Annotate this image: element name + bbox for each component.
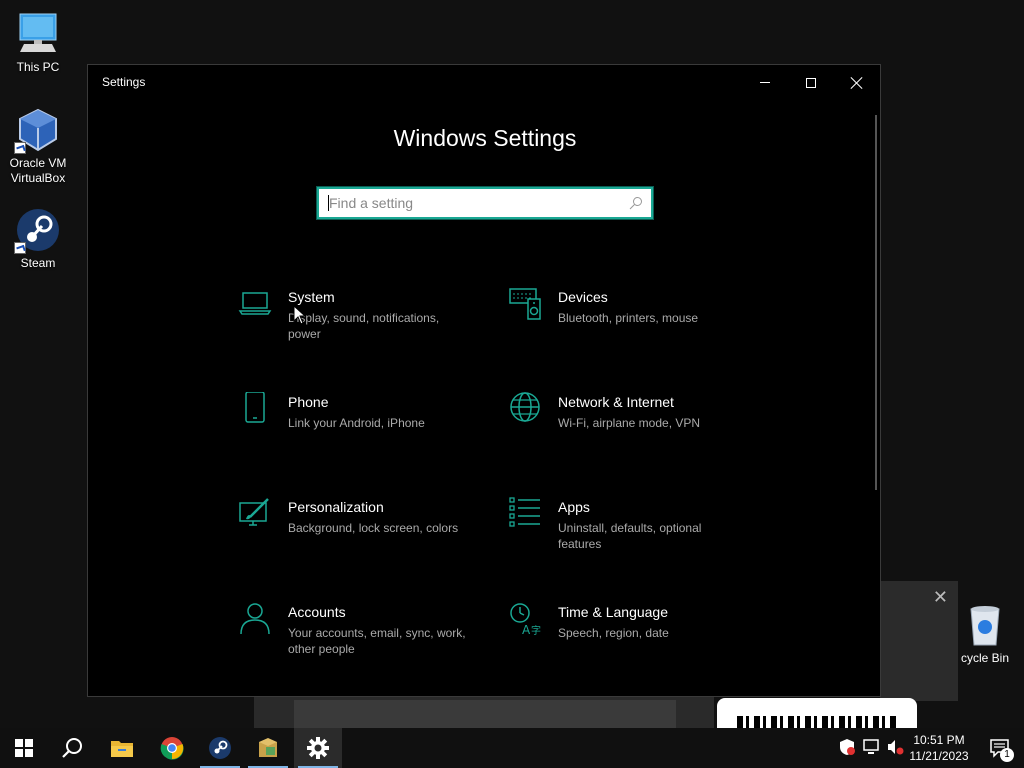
category-title: Time & Language bbox=[558, 604, 668, 620]
desktop-icon-virtualbox[interactable]: Oracle VM VirtualBox bbox=[0, 106, 76, 186]
scrollbar[interactable] bbox=[875, 115, 877, 490]
svg-text:A: A bbox=[522, 623, 531, 636]
minimize-icon bbox=[760, 82, 770, 83]
paint-brush-icon bbox=[239, 498, 269, 526]
category-title: System bbox=[288, 289, 335, 305]
action-center-button[interactable]: 1 bbox=[976, 728, 1024, 768]
taskbar-steam[interactable] bbox=[196, 728, 244, 768]
settings-window: Settings Windows Settings System Display… bbox=[87, 64, 881, 697]
windows-logo-icon bbox=[15, 739, 33, 757]
folder-icon bbox=[111, 741, 133, 757]
category-title: Network & Internet bbox=[558, 394, 674, 410]
list-icon bbox=[509, 497, 540, 527]
taskbar-app[interactable] bbox=[244, 728, 292, 768]
category-accounts[interactable]: Accounts Your accounts, email, sync, wor… bbox=[238, 602, 478, 682]
category-title: Personalization bbox=[288, 499, 384, 515]
minimize-button[interactable] bbox=[742, 65, 788, 100]
search-input[interactable] bbox=[319, 189, 619, 217]
clock-date: 11/21/2023 bbox=[909, 749, 969, 763]
category-description: Your accounts, email, sync, work, other … bbox=[288, 626, 466, 656]
taskbar-search-button[interactable] bbox=[48, 728, 96, 768]
recycle-bin-icon bbox=[965, 603, 1005, 647]
network-icon[interactable] bbox=[862, 738, 884, 758]
category-apps[interactable]: Apps Uninstall, defaults, optional featu… bbox=[508, 497, 748, 577]
system-tray bbox=[838, 728, 906, 768]
desktop-icon-label: Oracle VM VirtualBox bbox=[9, 156, 67, 185]
desktop-icon-this-pc[interactable]: This PC bbox=[0, 10, 76, 75]
desktop-icon-label: Steam bbox=[20, 256, 56, 270]
category-phone[interactable]: Phone Link your Android, iPhone bbox=[238, 392, 478, 472]
clock-language-icon: A 字 bbox=[510, 603, 541, 636]
monitor-icon bbox=[14, 10, 62, 58]
category-time-language[interactable]: A 字 Time & Language Speech, region, date bbox=[508, 602, 748, 682]
category-description: Background, lock screen, colors bbox=[288, 521, 459, 535]
category-network[interactable]: Network & Internet Wi-Fi, airplane mode,… bbox=[508, 392, 748, 472]
maximize-icon bbox=[806, 77, 816, 88]
clock[interactable]: 10:51 PM 11/21/2023 bbox=[906, 732, 972, 764]
category-description: Uninstall, defaults, optional features bbox=[558, 521, 702, 551]
laptop-icon bbox=[238, 292, 272, 315]
taskbar-chrome[interactable] bbox=[148, 728, 196, 768]
desktop-icon-recycle-bin[interactable]: cycle Bin bbox=[955, 603, 1015, 665]
security-shield-icon[interactable] bbox=[838, 738, 858, 758]
gear-icon bbox=[307, 737, 329, 759]
volume-muted-icon[interactable] bbox=[886, 738, 906, 758]
package-icon bbox=[259, 738, 277, 757]
mouse-cursor-icon bbox=[293, 305, 307, 325]
taskbar: 10:51 PM 11/21/2023 1 bbox=[0, 728, 1024, 768]
virtualbox-icon bbox=[14, 106, 62, 154]
category-title: Accounts bbox=[288, 604, 346, 620]
window-title: Settings bbox=[102, 75, 146, 89]
category-description: Display, sound, notifications, power bbox=[288, 311, 440, 341]
category-devices[interactable]: Devices Bluetooth, printers, mouse bbox=[508, 287, 748, 367]
desktop-icon-label: cycle Bin bbox=[960, 651, 1010, 665]
notification-count-badge: 1 bbox=[1000, 748, 1014, 762]
steam-icon bbox=[14, 206, 62, 254]
start-button[interactable] bbox=[0, 728, 48, 768]
taskbar-file-explorer[interactable] bbox=[98, 728, 146, 768]
close-icon bbox=[851, 77, 863, 89]
chrome-icon bbox=[160, 737, 184, 760]
search-icon[interactable] bbox=[629, 196, 643, 210]
close-button[interactable] bbox=[834, 65, 880, 100]
maximize-button[interactable] bbox=[788, 65, 834, 100]
category-system[interactable]: System Display, sound, notifications, po… bbox=[238, 287, 478, 367]
category-title: Devices bbox=[558, 289, 608, 305]
clock-time: 10:51 PM bbox=[913, 733, 965, 747]
person-icon bbox=[240, 603, 270, 635]
qr-code-card bbox=[717, 698, 917, 728]
page-title: Windows Settings bbox=[393, 125, 577, 151]
category-description: Link your Android, iPhone bbox=[288, 416, 425, 430]
desktop-icon-label: This PC bbox=[16, 60, 60, 74]
taskbar-settings[interactable] bbox=[294, 728, 342, 768]
category-personalization[interactable]: Personalization Background, lock screen,… bbox=[238, 497, 478, 577]
desktop-icon-steam[interactable]: Steam bbox=[0, 206, 76, 271]
shortcut-arrow-icon bbox=[14, 242, 26, 254]
background-panel-inner bbox=[294, 700, 676, 728]
phone-icon bbox=[245, 392, 265, 423]
search-icon bbox=[62, 738, 82, 758]
svg-text:字: 字 bbox=[531, 624, 541, 636]
keyboard-speaker-icon bbox=[509, 288, 541, 320]
steam-icon bbox=[209, 737, 231, 759]
notification-panel: ✕ bbox=[880, 581, 958, 701]
text-caret bbox=[328, 195, 329, 211]
shortcut-arrow-icon bbox=[14, 142, 26, 154]
category-description: Bluetooth, printers, mouse bbox=[558, 311, 699, 325]
category-title: Apps bbox=[558, 499, 590, 515]
qr-code-icon bbox=[737, 716, 897, 728]
category-description: Wi-Fi, airplane mode, VPN bbox=[558, 416, 701, 430]
category-description: Speech, region, date bbox=[558, 626, 669, 640]
title-bar[interactable]: Settings bbox=[88, 65, 880, 100]
close-icon[interactable]: ✕ bbox=[933, 587, 948, 608]
globe-icon bbox=[510, 392, 540, 422]
search-box[interactable] bbox=[317, 187, 653, 219]
category-title: Phone bbox=[288, 394, 329, 410]
